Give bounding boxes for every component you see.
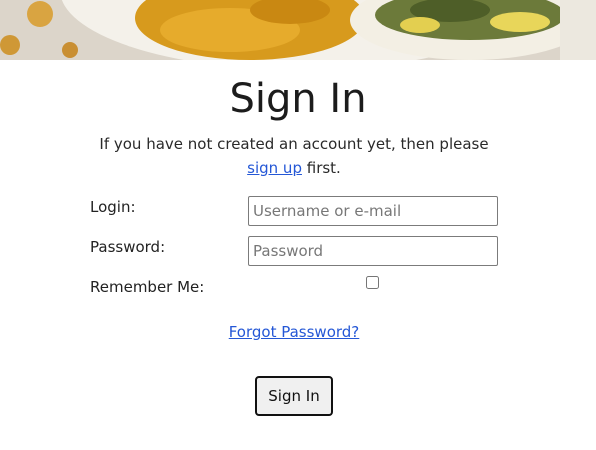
- login-input[interactable]: [248, 196, 498, 226]
- password-input[interactable]: [248, 236, 498, 266]
- remember-me-checkbox[interactable]: [366, 276, 379, 289]
- remember-me-label: Remember Me:: [90, 278, 205, 296]
- hero-banner-image: [0, 0, 596, 60]
- forgot-password-link[interactable]: Forgot Password?: [229, 323, 360, 341]
- forgot-password-container: Forgot Password?: [0, 323, 588, 341]
- intro-text-before: If you have not created an account yet, …: [99, 135, 489, 153]
- password-label: Password:: [90, 238, 166, 256]
- sign-up-link[interactable]: sign up: [247, 159, 302, 177]
- intro-text: If you have not created an account yet, …: [0, 132, 588, 180]
- sign-in-button[interactable]: Sign In: [255, 376, 333, 416]
- login-label: Login:: [90, 198, 136, 216]
- intro-text-after: first.: [306, 159, 341, 177]
- page-title: Sign In: [229, 76, 367, 122]
